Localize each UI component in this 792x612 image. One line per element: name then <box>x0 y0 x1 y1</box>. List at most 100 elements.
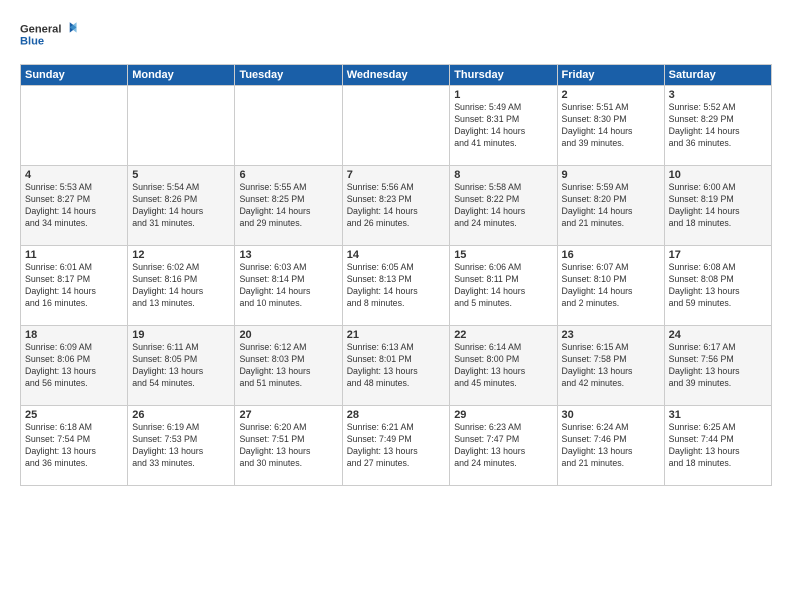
calendar-week-4: 18Sunrise: 6:09 AM Sunset: 8:06 PM Dayli… <box>21 326 772 406</box>
day-number: 29 <box>454 409 552 421</box>
day-info: Sunrise: 5:55 AM Sunset: 8:25 PM Dayligh… <box>239 182 337 230</box>
calendar-cell: 7Sunrise: 5:56 AM Sunset: 8:23 PM Daylig… <box>342 166 449 246</box>
calendar-cell: 27Sunrise: 6:20 AM Sunset: 7:51 PM Dayli… <box>235 406 342 486</box>
calendar-cell <box>235 86 342 166</box>
day-number: 16 <box>562 249 660 261</box>
calendar-cell: 14Sunrise: 6:05 AM Sunset: 8:13 PM Dayli… <box>342 246 449 326</box>
day-number: 8 <box>454 169 552 181</box>
calendar-week-3: 11Sunrise: 6:01 AM Sunset: 8:17 PM Dayli… <box>21 246 772 326</box>
day-number: 14 <box>347 249 445 261</box>
day-info: Sunrise: 6:18 AM Sunset: 7:54 PM Dayligh… <box>25 422 123 470</box>
calendar-week-1: 1Sunrise: 5:49 AM Sunset: 8:31 PM Daylig… <box>21 86 772 166</box>
day-info: Sunrise: 6:17 AM Sunset: 7:56 PM Dayligh… <box>669 342 767 390</box>
calendar-cell: 2Sunrise: 5:51 AM Sunset: 8:30 PM Daylig… <box>557 86 664 166</box>
day-number: 10 <box>669 169 767 181</box>
calendar-cell: 16Sunrise: 6:07 AM Sunset: 8:10 PM Dayli… <box>557 246 664 326</box>
day-number: 31 <box>669 409 767 421</box>
day-number: 22 <box>454 329 552 341</box>
calendar-cell: 15Sunrise: 6:06 AM Sunset: 8:11 PM Dayli… <box>450 246 557 326</box>
header-friday: Friday <box>557 65 664 86</box>
day-number: 24 <box>669 329 767 341</box>
day-info: Sunrise: 6:24 AM Sunset: 7:46 PM Dayligh… <box>562 422 660 470</box>
day-info: Sunrise: 6:06 AM Sunset: 8:11 PM Dayligh… <box>454 262 552 310</box>
day-info: Sunrise: 6:05 AM Sunset: 8:13 PM Dayligh… <box>347 262 445 310</box>
calendar-cell: 5Sunrise: 5:54 AM Sunset: 8:26 PM Daylig… <box>128 166 235 246</box>
day-info: Sunrise: 6:11 AM Sunset: 8:05 PM Dayligh… <box>132 342 230 390</box>
calendar-week-5: 25Sunrise: 6:18 AM Sunset: 7:54 PM Dayli… <box>21 406 772 486</box>
day-info: Sunrise: 5:51 AM Sunset: 8:30 PM Dayligh… <box>562 102 660 150</box>
calendar-cell: 24Sunrise: 6:17 AM Sunset: 7:56 PM Dayli… <box>664 326 771 406</box>
day-number: 3 <box>669 89 767 101</box>
calendar-cell: 28Sunrise: 6:21 AM Sunset: 7:49 PM Dayli… <box>342 406 449 486</box>
day-info: Sunrise: 6:12 AM Sunset: 8:03 PM Dayligh… <box>239 342 337 390</box>
calendar-cell: 10Sunrise: 6:00 AM Sunset: 8:19 PM Dayli… <box>664 166 771 246</box>
day-info: Sunrise: 6:07 AM Sunset: 8:10 PM Dayligh… <box>562 262 660 310</box>
calendar-cell: 26Sunrise: 6:19 AM Sunset: 7:53 PM Dayli… <box>128 406 235 486</box>
day-number: 9 <box>562 169 660 181</box>
page: General Blue SundayMondayTuesdayWednesda… <box>0 0 792 612</box>
day-number: 1 <box>454 89 552 101</box>
calendar-table: SundayMondayTuesdayWednesdayThursdayFrid… <box>20 64 772 486</box>
header-thursday: Thursday <box>450 65 557 86</box>
day-info: Sunrise: 6:15 AM Sunset: 7:58 PM Dayligh… <box>562 342 660 390</box>
logo-svg: General Blue <box>20 16 80 56</box>
day-number: 4 <box>25 169 123 181</box>
svg-text:Blue: Blue <box>20 36 44 48</box>
calendar-cell: 13Sunrise: 6:03 AM Sunset: 8:14 PM Dayli… <box>235 246 342 326</box>
calendar-cell: 6Sunrise: 5:55 AM Sunset: 8:25 PM Daylig… <box>235 166 342 246</box>
day-info: Sunrise: 5:59 AM Sunset: 8:20 PM Dayligh… <box>562 182 660 230</box>
day-number: 2 <box>562 89 660 101</box>
day-info: Sunrise: 6:20 AM Sunset: 7:51 PM Dayligh… <box>239 422 337 470</box>
day-info: Sunrise: 6:09 AM Sunset: 8:06 PM Dayligh… <box>25 342 123 390</box>
calendar-cell: 19Sunrise: 6:11 AM Sunset: 8:05 PM Dayli… <box>128 326 235 406</box>
calendar-cell <box>128 86 235 166</box>
calendar-header-row: SundayMondayTuesdayWednesdayThursdayFrid… <box>21 65 772 86</box>
calendar-week-2: 4Sunrise: 5:53 AM Sunset: 8:27 PM Daylig… <box>21 166 772 246</box>
day-info: Sunrise: 6:19 AM Sunset: 7:53 PM Dayligh… <box>132 422 230 470</box>
day-info: Sunrise: 5:58 AM Sunset: 8:22 PM Dayligh… <box>454 182 552 230</box>
day-number: 17 <box>669 249 767 261</box>
day-info: Sunrise: 6:01 AM Sunset: 8:17 PM Dayligh… <box>25 262 123 310</box>
day-number: 27 <box>239 409 337 421</box>
calendar-cell: 21Sunrise: 6:13 AM Sunset: 8:01 PM Dayli… <box>342 326 449 406</box>
day-number: 25 <box>25 409 123 421</box>
calendar-cell: 30Sunrise: 6:24 AM Sunset: 7:46 PM Dayli… <box>557 406 664 486</box>
calendar-cell: 1Sunrise: 5:49 AM Sunset: 8:31 PM Daylig… <box>450 86 557 166</box>
calendar-cell <box>342 86 449 166</box>
calendar-cell: 18Sunrise: 6:09 AM Sunset: 8:06 PM Dayli… <box>21 326 128 406</box>
header-wednesday: Wednesday <box>342 65 449 86</box>
day-number: 28 <box>347 409 445 421</box>
header-sunday: Sunday <box>21 65 128 86</box>
day-info: Sunrise: 6:21 AM Sunset: 7:49 PM Dayligh… <box>347 422 445 470</box>
calendar-cell: 3Sunrise: 5:52 AM Sunset: 8:29 PM Daylig… <box>664 86 771 166</box>
day-info: Sunrise: 6:14 AM Sunset: 8:00 PM Dayligh… <box>454 342 552 390</box>
calendar-cell: 23Sunrise: 6:15 AM Sunset: 7:58 PM Dayli… <box>557 326 664 406</box>
calendar-cell: 17Sunrise: 6:08 AM Sunset: 8:08 PM Dayli… <box>664 246 771 326</box>
calendar-cell: 12Sunrise: 6:02 AM Sunset: 8:16 PM Dayli… <box>128 246 235 326</box>
header-saturday: Saturday <box>664 65 771 86</box>
day-number: 20 <box>239 329 337 341</box>
day-info: Sunrise: 6:13 AM Sunset: 8:01 PM Dayligh… <box>347 342 445 390</box>
day-number: 18 <box>25 329 123 341</box>
day-info: Sunrise: 6:03 AM Sunset: 8:14 PM Dayligh… <box>239 262 337 310</box>
day-number: 21 <box>347 329 445 341</box>
day-info: Sunrise: 5:49 AM Sunset: 8:31 PM Dayligh… <box>454 102 552 150</box>
day-number: 6 <box>239 169 337 181</box>
calendar-cell: 8Sunrise: 5:58 AM Sunset: 8:22 PM Daylig… <box>450 166 557 246</box>
day-number: 19 <box>132 329 230 341</box>
calendar-cell <box>21 86 128 166</box>
day-info: Sunrise: 6:25 AM Sunset: 7:44 PM Dayligh… <box>669 422 767 470</box>
day-number: 13 <box>239 249 337 261</box>
calendar-cell: 11Sunrise: 6:01 AM Sunset: 8:17 PM Dayli… <box>21 246 128 326</box>
day-info: Sunrise: 5:52 AM Sunset: 8:29 PM Dayligh… <box>669 102 767 150</box>
calendar-cell: 29Sunrise: 6:23 AM Sunset: 7:47 PM Dayli… <box>450 406 557 486</box>
calendar-cell: 25Sunrise: 6:18 AM Sunset: 7:54 PM Dayli… <box>21 406 128 486</box>
day-info: Sunrise: 5:54 AM Sunset: 8:26 PM Dayligh… <box>132 182 230 230</box>
header-tuesday: Tuesday <box>235 65 342 86</box>
day-number: 23 <box>562 329 660 341</box>
calendar-cell: 4Sunrise: 5:53 AM Sunset: 8:27 PM Daylig… <box>21 166 128 246</box>
day-info: Sunrise: 6:08 AM Sunset: 8:08 PM Dayligh… <box>669 262 767 310</box>
day-number: 5 <box>132 169 230 181</box>
day-number: 26 <box>132 409 230 421</box>
calendar-cell: 9Sunrise: 5:59 AM Sunset: 8:20 PM Daylig… <box>557 166 664 246</box>
